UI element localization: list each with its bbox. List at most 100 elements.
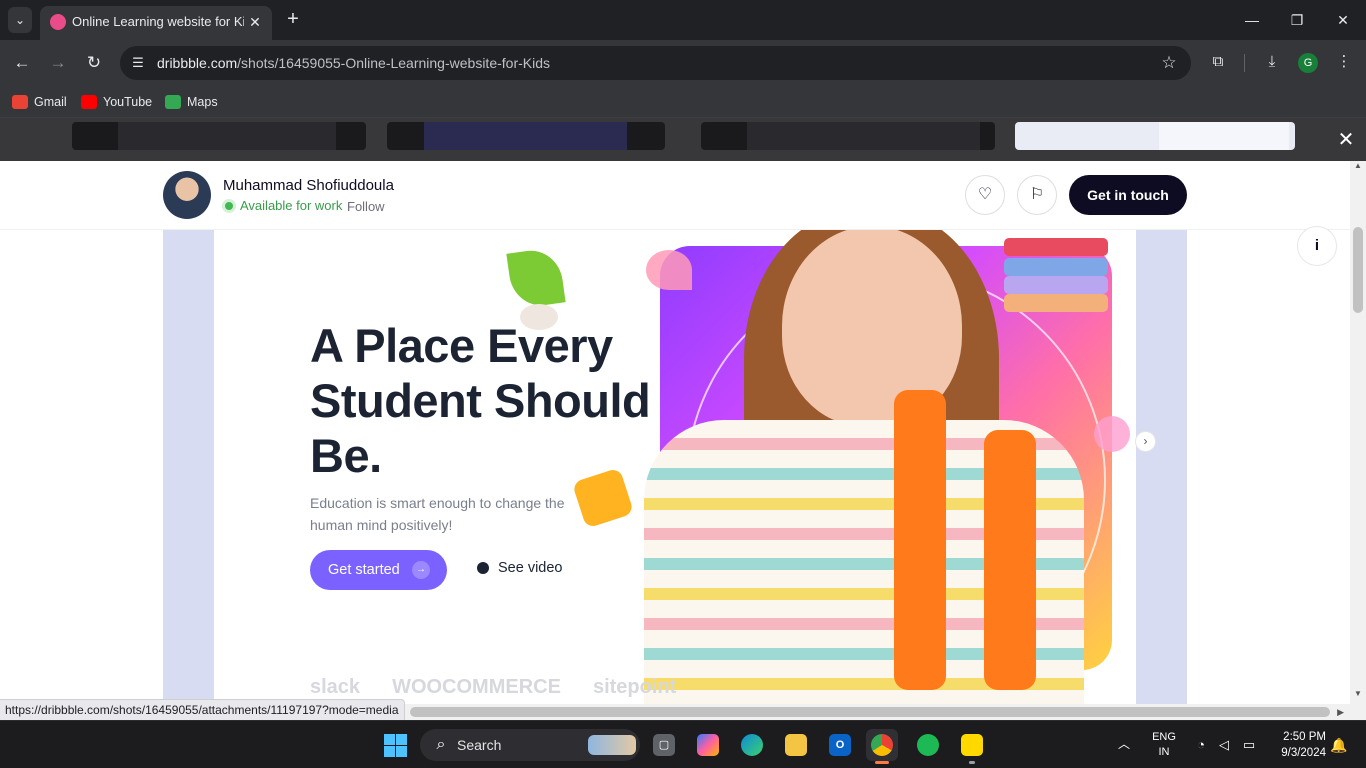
forward-button[interactable]: → [44, 49, 72, 77]
slack-logo: slack [310, 676, 361, 698]
arrow-right-icon: → [412, 561, 430, 579]
url-text[interactable]: dribbble.com/shots/16459055-Online-Learn… [157, 55, 550, 71]
copilot-icon[interactable] [692, 729, 724, 761]
maximize-button[interactable]: ❐ [1283, 6, 1311, 34]
tab-close-icon[interactable]: ✕ [246, 13, 264, 31]
task-view-icon[interactable]: ▢ [648, 729, 680, 761]
backpack-strap [984, 430, 1036, 690]
get-in-touch-button[interactable]: Get in touch [1069, 175, 1187, 215]
hero-headline: A Place Every Student Should Be. [310, 319, 651, 482]
windows-start-icon[interactable] [384, 734, 407, 757]
edge-icon[interactable] [736, 729, 768, 761]
reload-button[interactable]: ↻ [80, 49, 108, 77]
brand-logos: slack WOOCOMMERCE sitepoint [310, 676, 676, 699]
backpack-strap [894, 390, 946, 690]
landing-page-mockup: A Place Every Student Should Be. Educati… [214, 230, 1136, 704]
wifi-icon[interactable]: ◔ [1192, 736, 1210, 754]
download-icon[interactable]: ⤓ [1261, 51, 1283, 73]
browser-tab-active[interactable]: Online Learning website for Kids ✕ [40, 6, 272, 40]
bookmark-gmail[interactable]: Gmail [12, 92, 67, 112]
clock-time: 2:50 PM [1283, 731, 1326, 743]
info-icon: i [1314, 237, 1320, 254]
background-shot-thumb [72, 122, 366, 150]
system-clock[interactable]: 2:50 PM 9/3/2024 [1266, 729, 1326, 761]
see-video-link: See video [477, 560, 563, 576]
youtube-icon [81, 95, 97, 109]
info-button[interactable]: i [1297, 226, 1337, 266]
search-highlight-image [588, 735, 636, 755]
bookmark-maps[interactable]: Maps [165, 92, 218, 112]
tab-search-button[interactable]: ⌄ [8, 7, 32, 33]
follow-link[interactable]: Follow [347, 199, 385, 214]
woocommerce-logo: WOOCOMMERCE [392, 676, 561, 698]
get-started-button: Get started → [310, 550, 447, 590]
language-code: ENG [1152, 731, 1176, 743]
minimize-button[interactable]: — [1238, 6, 1266, 34]
heart-icon: ♡ [977, 186, 993, 203]
bookmark-star-icon[interactable]: ☆ [1159, 53, 1179, 73]
window-close-button[interactable]: ✕ [1329, 6, 1357, 34]
scrollbar-thumb[interactable] [410, 707, 1330, 717]
books-stack-icon [1004, 230, 1114, 320]
shot-modal: Muhammad Shofiuddoula Available for work… [0, 161, 1366, 704]
address-bar[interactable]: ☰ dribbble.com/shots/16459055-Online-Lea… [120, 46, 1191, 80]
like-button[interactable]: ♡ [965, 175, 1005, 215]
availability-label: Available for work [240, 198, 343, 213]
scroll-up-icon[interactable]: ▲ [1354, 161, 1362, 170]
new-tab-button[interactable]: + [282, 8, 304, 30]
sticky-notes-icon[interactable] [956, 729, 988, 764]
decorative-dot [1094, 416, 1130, 452]
sitepoint-logo: sitepoint [592, 676, 677, 698]
volume-muted-icon[interactable]: ◁ [1215, 736, 1233, 754]
file-explorer-icon[interactable] [780, 729, 812, 761]
back-button[interactable]: ← [8, 49, 36, 77]
outlook-icon[interactable]: O [824, 729, 856, 761]
browser-titlebar: ⌄ Online Learning website for Kids ✕ + —… [0, 0, 1366, 40]
modal-backdrop[interactable]: ✕ [0, 118, 1366, 161]
scrollbar-thumb[interactable] [1353, 227, 1363, 313]
url-host: dribbble.com [157, 55, 238, 71]
decorative-shape [646, 250, 692, 290]
scroll-down-icon[interactable]: ▼ [1354, 689, 1362, 698]
bookmark-label: Gmail [34, 95, 67, 109]
url-path: /shots/16459055-Online-Learning-website-… [237, 55, 550, 71]
plant-icon [506, 246, 566, 310]
availability-status[interactable]: Available for work [222, 198, 342, 213]
vertical-scrollbar[interactable]: ▲ ▼ [1350, 161, 1366, 704]
windows-taskbar: ⌕ Search ▢ O ︿ ENG IN ◔ ◁ ▭ 2:50 PM 9/3/… [0, 720, 1366, 768]
author-name[interactable]: Muhammad Shofiuddoula [223, 177, 394, 194]
available-dot-icon [222, 198, 236, 213]
hero-subtitle: Education is smart enough to change the … [310, 495, 565, 533]
author-avatar[interactable] [163, 171, 211, 219]
taskbar-search[interactable]: ⌕ Search [420, 729, 640, 761]
profile-avatar[interactable]: G [1298, 53, 1318, 73]
gmail-icon [12, 95, 28, 109]
bookmark-label: YouTube [103, 95, 153, 109]
bookmark-label: Maps [187, 95, 218, 109]
battery-icon[interactable]: ▭ [1240, 736, 1258, 754]
see-video-label: See video [498, 560, 563, 576]
clock-date: 9/3/2024 [1281, 747, 1326, 759]
extensions-icon[interactable]: ⧉ [1207, 51, 1229, 73]
show-hidden-icons-icon[interactable]: ︿ [1118, 735, 1130, 752]
maps-icon [165, 95, 181, 109]
close-modal-icon[interactable]: ✕ [1336, 130, 1356, 150]
carousel-next-button[interactable]: › [1135, 431, 1156, 452]
menu-icon[interactable]: ⋮ [1333, 51, 1355, 73]
search-label: Search [457, 737, 502, 753]
language-indicator[interactable]: ENG IN [1148, 730, 1180, 760]
site-info-icon[interactable]: ☰ [129, 54, 147, 72]
spotify-icon[interactable] [912, 729, 944, 761]
bookmark-youtube[interactable]: YouTube [81, 92, 152, 112]
save-button[interactable]: ⚐ [1017, 175, 1057, 215]
notification-bell-icon[interactable]: 🔔 [1330, 736, 1347, 754]
chrome-icon[interactable] [866, 729, 898, 764]
bookmark-icon: ⚐ [1029, 186, 1045, 203]
browser-toolbar: ← → ↻ ☰ dribbble.com/shots/16459055-Onli… [0, 40, 1366, 86]
background-shot-thumb [387, 122, 665, 150]
scrollbar-corner [1350, 704, 1366, 720]
scroll-right-icon[interactable]: ▶ [1337, 707, 1344, 718]
tab-title: Online Learning website for Kids [72, 14, 244, 29]
shot-image[interactable]: A Place Every Student Should Be. Educati… [163, 230, 1187, 704]
region-code: IN [1158, 746, 1170, 758]
